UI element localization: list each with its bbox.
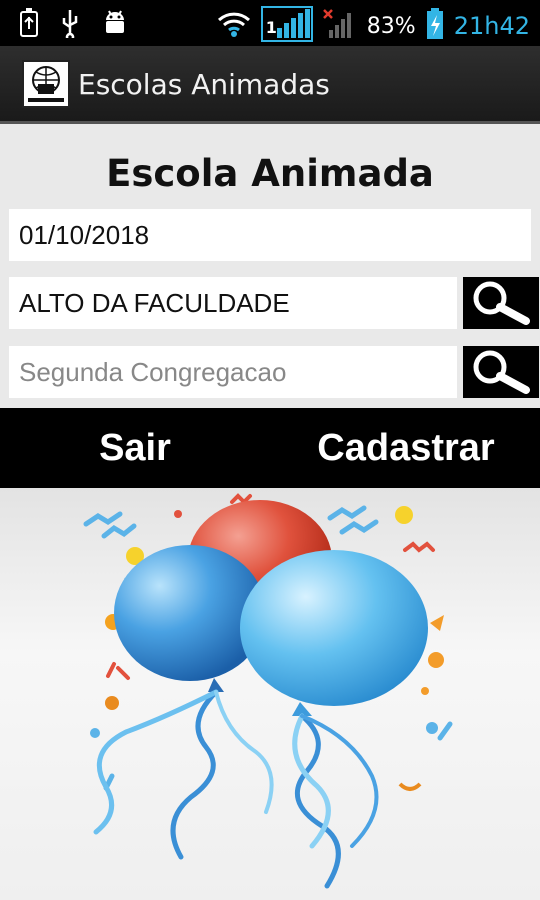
page-title: Escola Animada: [106, 152, 434, 195]
status-bar: 1 83% 21h42: [0, 0, 540, 46]
battery-percent: 83%: [366, 13, 416, 39]
search-icon: [473, 350, 530, 394]
usb-icon: [60, 8, 80, 42]
exit-button[interactable]: Sair: [30, 408, 240, 488]
form-area: Escola Animada 01/10/2018 ALTO DA FACULD…: [0, 124, 540, 408]
register-button[interactable]: Cadastrar: [290, 408, 522, 488]
blue-balloon-right: [240, 550, 428, 716]
balloons-image: [83, 493, 453, 889]
clock-time: 21h42: [453, 12, 530, 40]
signal-strength-icon: 1: [260, 6, 313, 46]
usb-debug-icon: [18, 8, 40, 42]
school-field[interactable]: ALTO DA FACULDADE: [9, 277, 457, 329]
balloons-illustration: [0, 488, 540, 900]
battery-charging-icon: [426, 8, 444, 44]
action-bar: Escolas Animadas: [0, 46, 540, 124]
date-field[interactable]: 01/10/2018: [9, 209, 531, 261]
wifi-icon: [217, 10, 251, 42]
search-icon: [473, 281, 530, 325]
congregation-search-button[interactable]: [463, 346, 539, 398]
no-signal-icon: [322, 8, 357, 44]
button-bar: Sair Cadastrar: [0, 408, 540, 488]
android-debug-icon: [100, 8, 130, 42]
school-search-button[interactable]: [463, 277, 539, 329]
app-title: Escolas Animadas: [78, 68, 330, 101]
balloon-ribbons: [93, 689, 379, 889]
wifi-indicator-number: 1: [265, 18, 277, 37]
congregation-field[interactable]: Segunda Congregacao: [9, 346, 457, 398]
app-logo-icon[interactable]: [22, 60, 70, 108]
